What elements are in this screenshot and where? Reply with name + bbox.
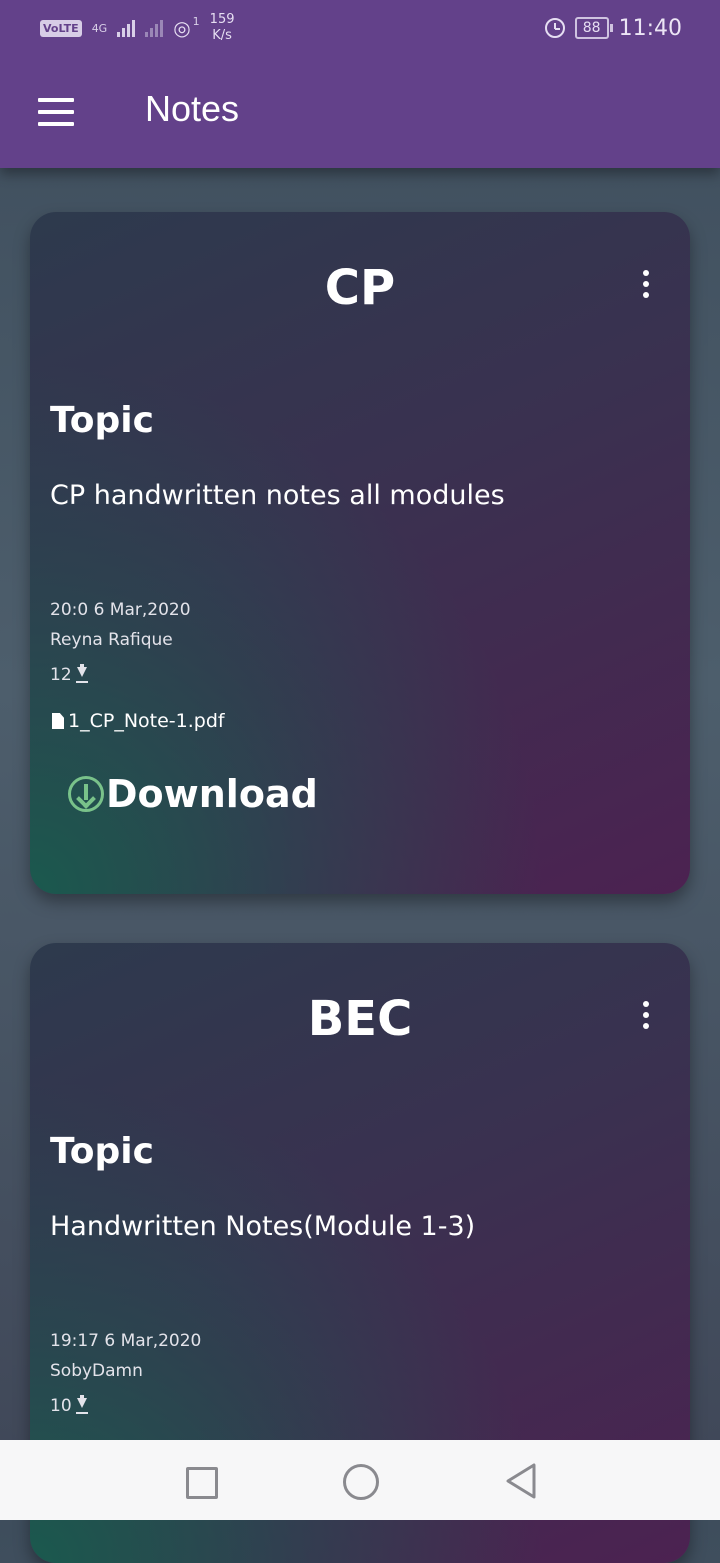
hamburger-menu-icon[interactable]	[38, 98, 74, 126]
note-timestamp: 19:17 6 Mar,2020	[50, 1331, 202, 1351]
page-title: Notes	[145, 88, 240, 129]
download-count-value: 10	[50, 1396, 72, 1416]
system-navigation-bar	[0, 1440, 720, 1520]
note-timestamp: 20:0 6 Mar,2020	[50, 600, 191, 620]
recent-apps-icon[interactable]	[186, 1467, 218, 1499]
download-count-value: 12	[50, 665, 72, 685]
topic-text: CP handwritten notes all modules	[50, 480, 505, 511]
network-type-label: 4G	[91, 21, 108, 35]
download-arrow-icon	[75, 664, 89, 683]
note-subject: BEC	[307, 991, 413, 1047]
app-bar: Notes	[0, 56, 720, 168]
download-arrow-icon	[75, 1395, 89, 1414]
status-bar: VoLTE 4G ◎ 1 159 K/s 88 11:40	[0, 0, 720, 56]
note-card[interactable]: CP Topic CP handwritten notes all module…	[30, 212, 690, 894]
attached-file[interactable]: 1_CP_Note-1.pdf	[52, 710, 225, 732]
network-speed-value: 159	[209, 12, 235, 27]
signal-strength-icon	[117, 19, 136, 37]
download-circle-icon	[68, 776, 104, 812]
battery-indicator: 88	[574, 17, 613, 39]
file-name: 1_CP_Note-1.pdf	[68, 710, 225, 732]
download-count: 10	[50, 1395, 89, 1416]
download-button-label: Download	[106, 772, 318, 816]
note-author: Reyna Rafique	[50, 630, 173, 650]
clock: 11:40	[618, 15, 682, 41]
topic-text: Handwritten Notes(Module 1-3)	[50, 1211, 476, 1242]
note-subject: CP	[324, 260, 396, 316]
file-icon	[52, 713, 64, 729]
network-speed: 159 K/s	[210, 12, 235, 44]
topic-label: Topic	[50, 1131, 154, 1172]
more-options-icon[interactable]	[636, 270, 656, 300]
home-icon[interactable]	[343, 1464, 379, 1500]
status-right-group: 88 11:40	[544, 12, 682, 44]
volte-badge: VoLTE	[40, 19, 82, 37]
network-speed-unit: K/s	[212, 28, 232, 43]
signal-strength-sim2-icon	[145, 19, 164, 37]
note-author: SobyDamn	[50, 1361, 143, 1381]
hotspot-count: 1	[192, 14, 200, 28]
hotspot-icon: ◎	[173, 16, 191, 40]
topic-label: Topic	[50, 400, 154, 441]
alarm-icon	[544, 18, 565, 38]
more-options-icon[interactable]	[636, 1001, 656, 1031]
back-icon[interactable]	[504, 1462, 538, 1500]
download-button[interactable]: Download	[68, 772, 318, 816]
download-count: 12	[50, 664, 89, 685]
status-left-group: VoLTE 4G ◎ 1 159 K/s	[40, 10, 235, 46]
top-app-area: VoLTE 4G ◎ 1 159 K/s 88 11:40 Notes	[0, 0, 720, 168]
